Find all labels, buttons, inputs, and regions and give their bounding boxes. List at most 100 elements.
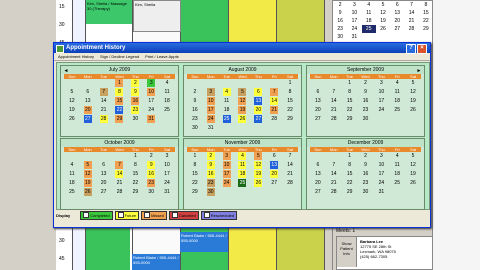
calendar-day[interactable]: 23 xyxy=(358,179,374,188)
calendar-day[interactable]: 27 xyxy=(310,188,326,197)
calendar-day[interactable]: 15 xyxy=(127,170,143,179)
legend-item[interactable]: Future xyxy=(114,210,140,220)
calendar-day[interactable]: 10 xyxy=(219,161,235,170)
appointment-block[interactable]: Kim, Sheila xyxy=(133,0,181,32)
mini-calendar-day[interactable]: 4 xyxy=(362,1,376,9)
calendar-day[interactable]: 21 xyxy=(96,106,112,115)
calendar-day[interactable]: 22 xyxy=(342,106,358,115)
calendar-day[interactable]: 8 xyxy=(127,161,143,170)
menu-item-print[interactable]: Print / Leave Appts xyxy=(145,53,179,60)
calendar-day[interactable]: 7 xyxy=(266,88,282,97)
menu-item-legend[interactable]: Sign / Decline Legend xyxy=(100,53,139,60)
prev-month-icon[interactable]: ◄ xyxy=(63,67,69,75)
calendar-day[interactable]: 31 xyxy=(143,115,159,124)
mini-calendar-day[interactable]: 28 xyxy=(404,25,418,33)
calendar-day[interactable]: 25 xyxy=(235,179,251,188)
calendar-day[interactable]: 5 xyxy=(80,161,96,170)
mini-calendar-day[interactable]: 12 xyxy=(376,9,390,17)
mini-calendar-day[interactable]: 9 xyxy=(333,9,347,17)
calendar-day[interactable]: 27 xyxy=(266,179,282,188)
calendar-day[interactable]: 31 xyxy=(373,188,389,197)
calendar-day[interactable]: 6 xyxy=(266,152,282,161)
calendar-day[interactable]: 11 xyxy=(159,88,175,97)
calendar-day[interactable]: 13 xyxy=(266,161,282,170)
calendar-day[interactable]: 20 xyxy=(250,106,266,115)
calendar-day[interactable]: 8 xyxy=(282,88,298,97)
calendar-day[interactable]: 4 xyxy=(389,79,405,88)
calendar-day[interactable]: 7 xyxy=(326,88,342,97)
dialog-titlebar[interactable]: Appointment History ? × xyxy=(54,43,430,54)
calendar-day[interactable]: 21 xyxy=(282,170,298,179)
calendar-day[interactable]: 22 xyxy=(342,179,358,188)
calendar-day[interactable]: 12 xyxy=(405,88,421,97)
calendar-day[interactable]: 3 xyxy=(373,79,389,88)
next-month-icon[interactable]: ► xyxy=(416,67,422,75)
calendar-day[interactable]: 19 xyxy=(405,97,421,106)
appointment-block[interactable] xyxy=(86,226,130,270)
mini-calendar-day[interactable]: 30 xyxy=(333,33,347,41)
calendar-day[interactable]: 2 xyxy=(203,152,219,161)
calendar-day[interactable]: 17 xyxy=(373,97,389,106)
calendar-day[interactable]: 31 xyxy=(159,188,175,197)
calendar-day[interactable]: 9 xyxy=(358,161,374,170)
mini-calendar-day[interactable]: 22 xyxy=(419,17,433,25)
calendar-day[interactable]: 10 xyxy=(203,97,219,106)
mini-calendar-day[interactable]: 25 xyxy=(361,25,376,33)
calendar-day[interactable]: 24 xyxy=(373,179,389,188)
calendar-day[interactable]: 18 xyxy=(235,170,251,179)
calendar-day[interactable]: 9 xyxy=(127,88,143,97)
calendar-day[interactable]: 23 xyxy=(187,115,203,124)
calendar-day[interactable]: 9 xyxy=(187,97,203,106)
calendar-day[interactable]: 7 xyxy=(282,152,298,161)
calendar-day[interactable]: 30 xyxy=(358,188,374,197)
mini-calendar-day[interactable]: 16 xyxy=(333,17,347,25)
calendar-day[interactable]: 8 xyxy=(342,88,358,97)
calendar-day[interactable]: 4 xyxy=(159,79,175,88)
calendar-day[interactable]: 30 xyxy=(143,188,159,197)
calendar-day[interactable]: 25 xyxy=(389,179,405,188)
calendar-day[interactable]: 17 xyxy=(219,170,235,179)
calendar-day[interactable]: 26 xyxy=(80,188,96,197)
calendar-day[interactable]: 23 xyxy=(127,106,143,115)
mini-calendar-day[interactable]: 5 xyxy=(376,1,390,9)
calendar-day[interactable]: 2 xyxy=(143,152,159,161)
calendar-day[interactable]: 28 xyxy=(266,115,282,124)
calendar-day[interactable]: 23 xyxy=(143,179,159,188)
mini-calendar-day[interactable]: 19 xyxy=(376,17,390,25)
checkbox-icon[interactable] xyxy=(117,212,124,218)
calendar-day[interactable]: 28 xyxy=(282,179,298,188)
calendar-day[interactable]: 16 xyxy=(143,170,159,179)
calendar-day[interactable]: 14 xyxy=(96,97,112,106)
calendar-day[interactable]: 5 xyxy=(64,88,80,97)
calendar-day[interactable]: 13 xyxy=(250,97,266,106)
calendar-day[interactable]: 29 xyxy=(342,115,358,124)
calendar-day[interactable]: 29 xyxy=(112,115,128,124)
appointment-block[interactable]: Robert Blake / 555-4444 / 555-0000 xyxy=(180,232,228,252)
calendar-day[interactable]: 6 xyxy=(96,161,112,170)
mini-calendar-day[interactable]: 7 xyxy=(404,1,418,9)
calendar-day[interactable]: 17 xyxy=(203,106,219,115)
mini-calendar-day[interactable]: 6 xyxy=(390,1,404,9)
calendar-day[interactable]: 4 xyxy=(389,152,405,161)
mini-calendar[interactable]: 2 3 4 5 6 7 8 9 10 11 12 13 14 15 16 17 18 19 20 21 22 23 24 25… xyxy=(332,0,434,46)
mini-calendar-day[interactable]: 27 xyxy=(390,25,404,33)
calendar-day[interactable]: 17 xyxy=(143,97,159,106)
calendar-day[interactable]: 21 xyxy=(266,106,282,115)
calendar-day[interactable]: 13 xyxy=(310,97,326,106)
calendar-day[interactable]: 26 xyxy=(64,115,80,124)
calendar-day[interactable]: 17 xyxy=(159,170,175,179)
calendar-day[interactable]: 4 xyxy=(219,88,235,97)
calendar-day[interactable]: 7 xyxy=(112,161,128,170)
calendar-day[interactable]: 30 xyxy=(358,115,374,124)
calendar-day[interactable]: 2 xyxy=(127,79,143,88)
calendar-day[interactable]: 24 xyxy=(143,106,159,115)
calendar-day[interactable]: 16 xyxy=(358,97,374,106)
calendar-day[interactable]: 20 xyxy=(80,106,96,115)
calendar-day[interactable]: 15 xyxy=(282,97,298,106)
calendar-day[interactable]: 14 xyxy=(326,97,342,106)
mini-calendar-day[interactable]: 23 xyxy=(333,25,347,33)
legend-item[interactable]: Rescheduled xyxy=(200,210,238,220)
calendar-day[interactable]: 11 xyxy=(235,161,251,170)
show-patient-info-button[interactable]: Show Patient Info xyxy=(337,237,357,267)
calendar-day[interactable]: 2 xyxy=(358,152,374,161)
